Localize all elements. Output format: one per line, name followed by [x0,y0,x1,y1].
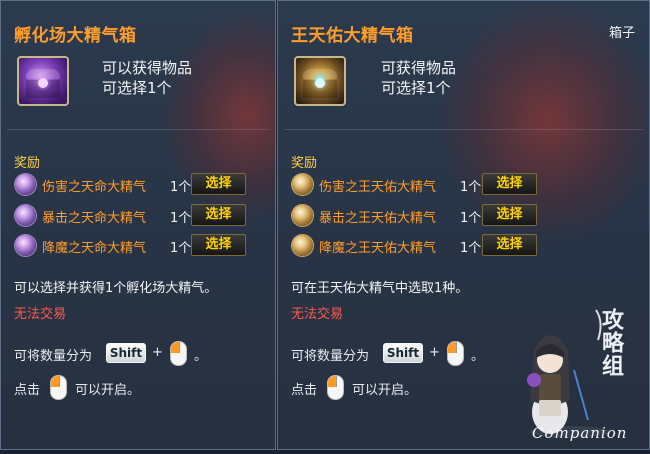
spirit-orb-icon [292,174,313,195]
reward-qty: 1个 [460,211,482,226]
reward-qty: 1个 [170,211,192,226]
split-hint: 可将数量分为 Shift + 。 [14,341,244,366]
period: 。 [471,349,485,364]
reward-row: 降魔之天命大精气 1个 选择 [15,234,255,258]
split-hint: 可将数量分为 Shift + 。 [291,341,521,366]
reward-name: 伤害之王天佑大精气 [319,180,437,195]
reward-row: 降魔之王天佑大精气 1个 选择 [292,234,562,258]
reward-header: 奖励 [291,156,318,171]
choose-count-line: 可选择1个 [381,79,451,97]
split-hint-text: 可将数量分为 [14,349,93,364]
mouse-left-click-icon [50,375,67,400]
plus-sign: + [429,345,440,360]
spirit-orb-icon [15,174,36,195]
reward-name: 暴击之天命大精气 [42,211,147,226]
select-button[interactable]: 选择 [191,234,246,256]
mouse-left-click-icon [327,375,344,400]
item-title: 王天佑大精气箱 [291,26,414,46]
item-description: 可在王天佑大精气中选取1种。 [291,281,469,296]
reward-header: 奖励 [14,156,41,171]
select-button[interactable]: 选择 [482,173,537,195]
select-button[interactable]: 选择 [191,204,246,226]
spirit-orb-icon [15,205,36,226]
item-description: 可以选择并获得1个孵化场大精气。 [14,281,218,296]
reward-qty: 1个 [170,241,192,256]
shift-key-icon: Shift [383,343,423,363]
golden-treasure-chest-icon [294,56,346,106]
reward-qty: 1个 [170,180,192,195]
open-hint: 点击 可以开启。 [291,375,491,401]
split-hint-text: 可将数量分为 [291,349,370,364]
obtain-line: 可以获得物品 [102,59,193,77]
reward-row: 暴击之王天佑大精气 1个 选择 [292,204,562,228]
divider [284,129,643,130]
mouse-left-click-icon [170,341,187,366]
open-hint-prefix: 点击 [14,383,41,398]
reward-qty: 1个 [460,180,482,195]
trade-restriction: 无法交易 [291,307,344,322]
select-button[interactable]: 选择 [482,234,537,256]
divider [7,129,269,130]
tooltip-wangtianyou-box: 王天佑大精气箱 箱子 可获得物品 可选择1个 奖励 伤害之王天佑大精气 1个 选… [277,0,650,450]
obtain-line: 可获得物品 [381,59,457,77]
spirit-orb-icon [292,205,313,226]
open-hint-prefix: 点击 [291,383,318,398]
tooltip-incubator-box: 孵化场大精气箱 可以获得物品 可选择1个 奖励 伤害之天命大精气 1个 选择 暴… [0,0,276,450]
reward-name: 伤害之天命大精气 [42,180,147,195]
reward-name: 降魔之王天佑大精气 [319,241,437,256]
select-button[interactable]: 选择 [482,204,537,226]
item-title: 孵化场大精气箱 [14,26,137,46]
select-button[interactable]: 选择 [191,173,246,195]
spirit-orb-icon [292,235,313,256]
shift-key-icon: Shift [106,343,146,363]
open-hint-suffix: 可以开启。 [75,383,141,398]
reward-qty: 1个 [460,241,482,256]
spirit-orb-icon [15,235,36,256]
open-hint-suffix: 可以开启。 [352,383,418,398]
reward-name: 降魔之天命大精气 [42,241,147,256]
choose-count-line: 可选择1个 [102,79,172,97]
reward-row: 暴击之天命大精气 1个 选择 [15,204,255,228]
obtain-info: 可以获得物品 可选择1个 [102,58,192,98]
period: 。 [194,349,208,364]
open-hint: 点击 可以开启。 [14,375,214,401]
obtain-info: 可获得物品 可选择1个 [381,58,456,98]
plus-sign: + [152,345,163,360]
reward-row: 伤害之王天佑大精气 1个 选择 [292,173,562,197]
mouse-left-click-icon [447,341,464,366]
item-category: 箱子 [608,26,635,41]
trade-restriction: 无法交易 [14,307,67,322]
purple-treasure-chest-icon [17,56,69,106]
reward-name: 暴击之王天佑大精气 [319,211,437,226]
reward-row: 伤害之天命大精气 1个 选择 [15,173,255,197]
